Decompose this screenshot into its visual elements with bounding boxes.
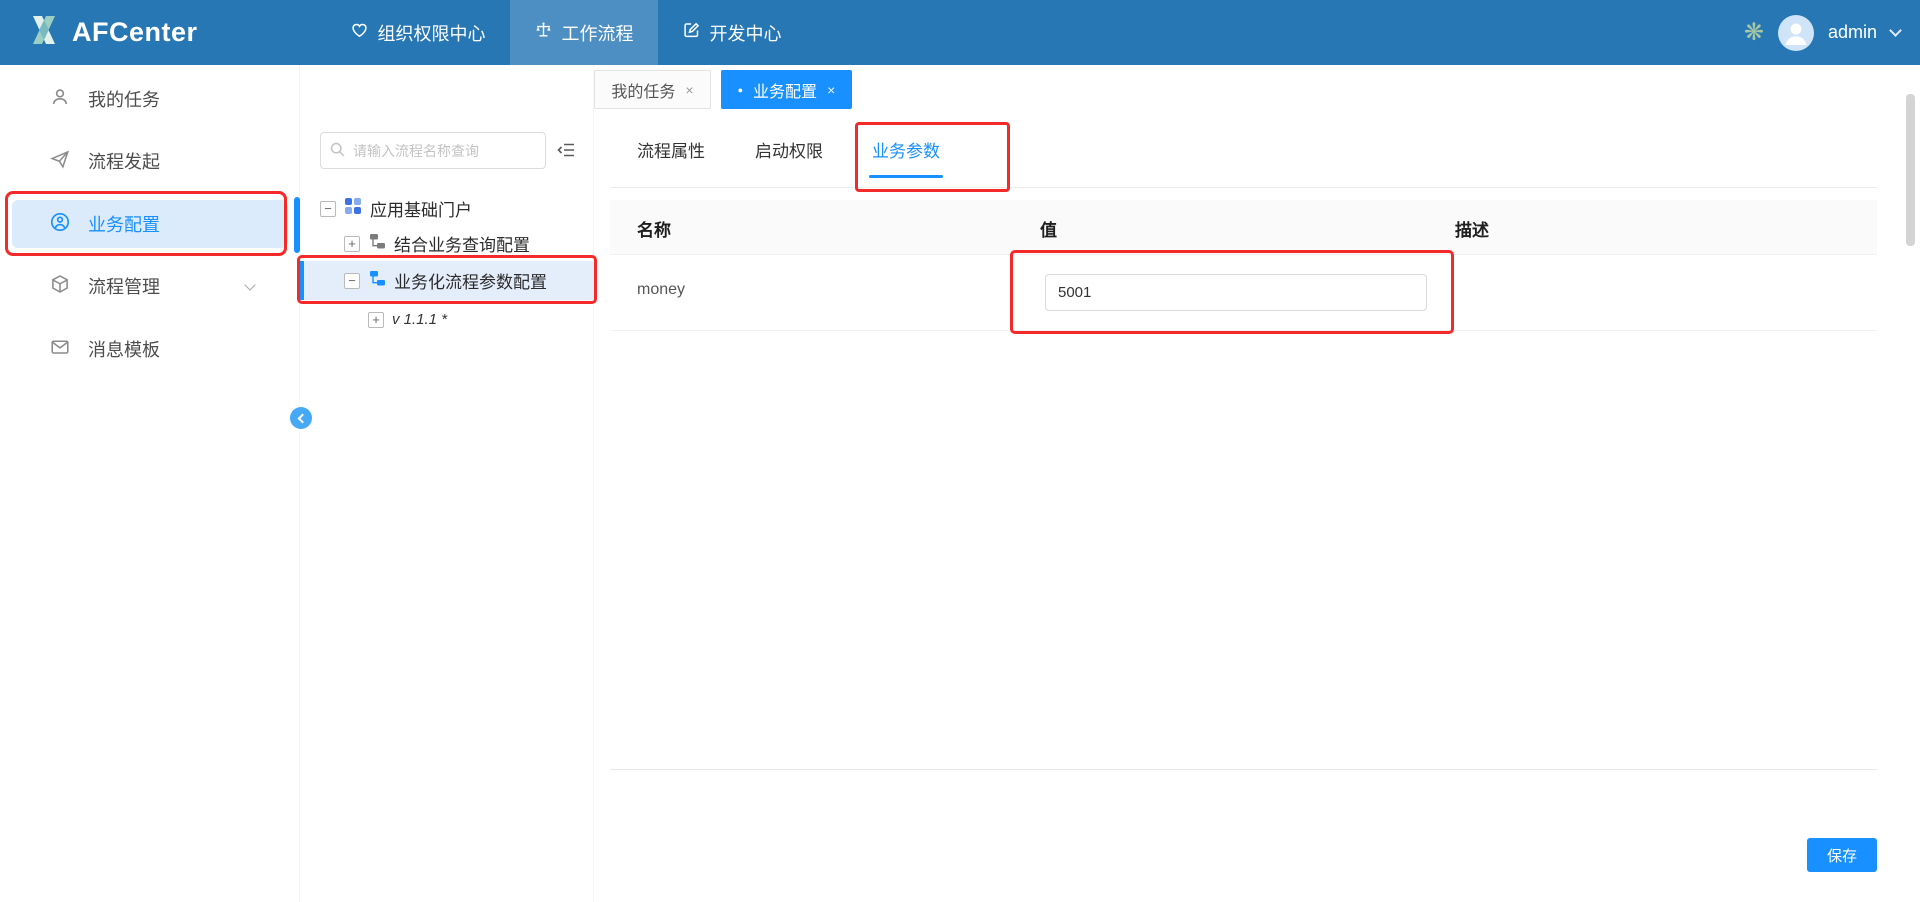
open-tab-my-tasks[interactable]: 我的任务 × <box>594 70 710 109</box>
sidebar-item-label: 我的任务 <box>88 86 160 112</box>
page-scrollbar-thumb[interactable] <box>1906 94 1915 246</box>
nav-item-workflow[interactable]: 工作流程 <box>510 0 658 65</box>
nav-label: 组织权限中心 <box>378 20 486 46</box>
tree-node-label: 业务化流程参数配置 <box>394 268 547 293</box>
workflow-scale-icon <box>534 21 553 44</box>
chevron-down-icon <box>1889 24 1902 37</box>
active-dot-icon: ● <box>738 85 743 95</box>
tab-strip-border <box>610 187 1877 188</box>
tree-node-business-process-param-config[interactable]: − 业务化流程参数配置 <box>300 261 594 300</box>
app-grid-icon <box>344 197 362 220</box>
save-button[interactable]: 保存 <box>1807 838 1877 872</box>
footer-divider <box>610 769 1877 770</box>
param-value-input[interactable] <box>1045 274 1427 311</box>
username[interactable]: admin <box>1828 22 1877 43</box>
heart-icon <box>350 21 369 44</box>
afcenter-logo-icon <box>26 12 62 53</box>
tree-fold-icon[interactable] <box>556 141 576 164</box>
sidebar-item-process-manage[interactable]: 流程管理 <box>12 262 288 310</box>
tree-node-label: 应用基础门户 <box>370 196 472 221</box>
nav-label: 开发中心 <box>710 20 782 46</box>
detail-tab-start-permission[interactable]: 启动权限 <box>755 137 823 162</box>
header-right: ❋ admin <box>1744 0 1900 65</box>
sidebar-item-label: 消息模板 <box>88 336 160 362</box>
avatar[interactable] <box>1778 15 1814 51</box>
paper-plane-icon <box>50 149 70 174</box>
nav-item-org-permission-center[interactable]: 组织权限中心 <box>326 0 510 65</box>
sidebar-item-business-config[interactable]: 业务配置 <box>12 200 288 248</box>
app-window: AFCenter 组织权限中心 工作流程 <box>0 0 1920 902</box>
sidebar-item-label: 流程管理 <box>88 273 160 299</box>
tree-node-version-1-1-1[interactable]: + v 1.1.1 * <box>300 303 594 336</box>
sidebar-item-message-template[interactable]: 消息模板 <box>12 325 288 373</box>
ai-assistant-icon[interactable]: ❋ <box>1744 21 1764 45</box>
envelope-icon <box>50 337 70 362</box>
expand-toggle-icon[interactable]: + <box>344 236 360 252</box>
tab-label: 我的任务 <box>611 78 675 102</box>
tree-node-app-base-portal[interactable]: − 应用基础门户 <box>300 192 594 225</box>
collapse-toggle-icon[interactable]: − <box>320 201 336 217</box>
tree-node-label: v 1.1.1 * <box>392 311 447 328</box>
search-icon <box>329 141 346 163</box>
open-tab-business-config[interactable]: ● 业务配置 × <box>721 70 853 109</box>
logo-text: AFCenter <box>72 17 198 48</box>
tree-search <box>320 132 546 169</box>
nav-item-dev-center[interactable]: 开发中心 <box>658 0 806 65</box>
hierarchy-icon <box>368 232 386 255</box>
detail-tab-business-params[interactable]: 业务参数 <box>872 137 940 162</box>
app-logo: AFCenter <box>26 12 198 53</box>
user-circle-icon <box>50 212 70 237</box>
sidebar-item-label: 流程发起 <box>88 148 160 174</box>
expand-toggle-icon[interactable]: + <box>368 312 384 328</box>
chevron-down-icon <box>244 279 255 290</box>
column-header-desc: 描述 <box>1455 216 1489 241</box>
param-table-header: 名称 值 描述 <box>610 200 1877 255</box>
param-table-row: money <box>610 255 1877 331</box>
panel-collapse-button[interactable] <box>290 407 312 429</box>
chevron-left-icon <box>298 413 308 423</box>
edit-icon <box>682 21 701 44</box>
collapse-toggle-icon[interactable]: − <box>344 273 360 289</box>
sidebar-item-my-tasks[interactable]: 我的任务 <box>12 75 288 123</box>
process-tree-panel <box>300 65 594 902</box>
sidebar-item-label: 业务配置 <box>88 211 160 237</box>
active-tab-underline <box>869 175 943 178</box>
nav-label: 工作流程 <box>562 20 634 46</box>
cube-icon <box>50 274 70 299</box>
tree-node-combined-query-config[interactable]: + 结合业务查询配置 <box>300 227 594 260</box>
user-icon <box>50 87 70 112</box>
param-name-cell: money <box>637 281 685 299</box>
close-icon[interactable]: × <box>827 82 835 98</box>
column-header-value: 值 <box>1040 216 1057 241</box>
left-sidebar: 我的任务 流程发起 业务配置 <box>0 65 300 902</box>
top-navigation: 组织权限中心 工作流程 <box>326 0 806 65</box>
close-icon[interactable]: × <box>685 82 693 98</box>
column-header-name: 名称 <box>637 216 671 241</box>
search-input[interactable] <box>320 132 546 169</box>
top-header: AFCenter 组织权限中心 工作流程 <box>0 0 1920 65</box>
tab-label: 业务配置 <box>753 78 817 102</box>
detail-tab-process-attributes[interactable]: 流程属性 <box>637 137 705 162</box>
sidebar-item-process-start[interactable]: 流程发起 <box>12 137 288 185</box>
tree-node-label: 结合业务查询配置 <box>394 231 530 256</box>
hierarchy-icon <box>368 269 386 292</box>
